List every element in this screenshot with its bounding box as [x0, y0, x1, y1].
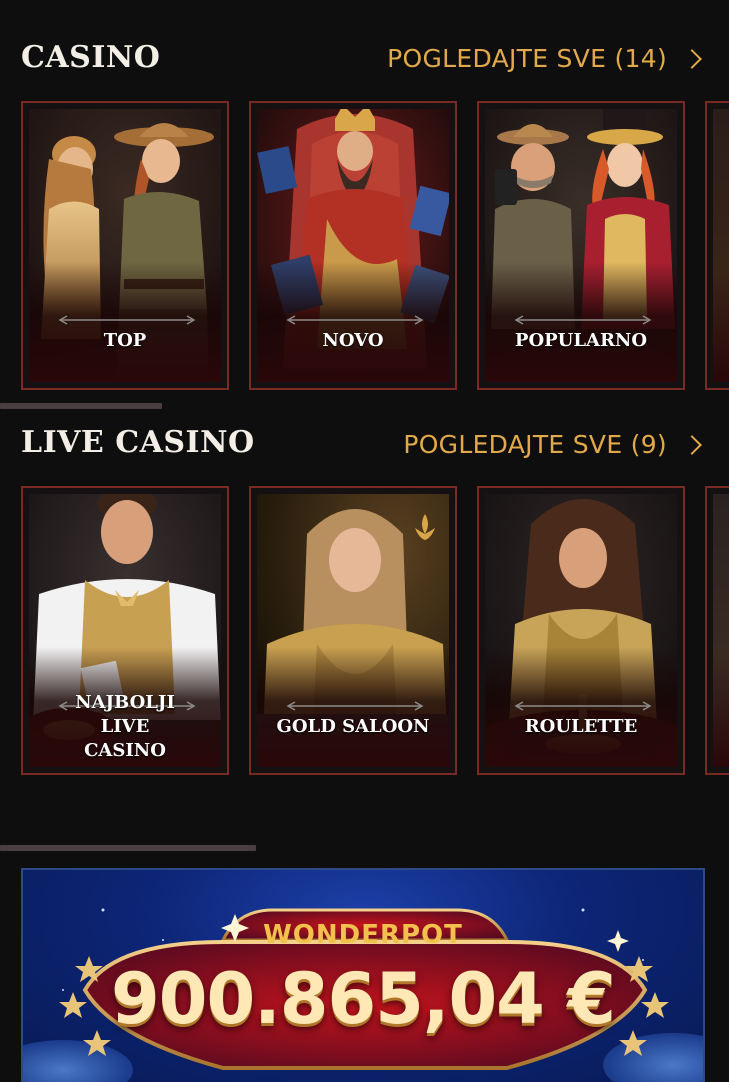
- casino-card-partial[interactable]: [705, 101, 729, 390]
- double-arrow-icon: [58, 315, 196, 325]
- live-card-roulette[interactable]: ROULETTE: [477, 486, 685, 775]
- double-arrow-icon: [286, 315, 424, 325]
- chevron-right-icon: [682, 48, 702, 69]
- card-label: NOVO: [322, 330, 384, 351]
- card-label: ROULETTE: [524, 716, 638, 737]
- live-card-najbolji[interactable]: NAJBOLJI LIVE CASINO: [21, 486, 229, 775]
- live-casino-section-title: LIVE CASINO: [21, 425, 255, 460]
- jackpot-title: WONDERPOT: [263, 920, 463, 950]
- card-label: GOLD SALOON: [276, 716, 430, 737]
- double-arrow-icon: [514, 315, 652, 325]
- casino-see-all-label: POGLEDAJTE SVE (14): [387, 44, 667, 73]
- double-arrow-icon: [514, 701, 652, 711]
- live-casino-see-all-label: POGLEDAJTE SVE (9): [403, 430, 667, 459]
- card-label: TOP: [103, 330, 147, 351]
- casino-see-all-link[interactable]: POGLEDAJTE SVE (14): [387, 44, 702, 73]
- chevron-right-icon: [682, 434, 702, 455]
- card-label: NAJBOLJI LIVE CASINO: [75, 692, 175, 761]
- casino-section-title: CASINO: [21, 40, 161, 75]
- live-casino-scroll-indicator[interactable]: [0, 845, 256, 851]
- live-card-gold-saloon[interactable]: GOLD SALOON: [249, 486, 457, 775]
- casino-card-top[interactable]: TOP: [21, 101, 229, 390]
- card-label: POPULARNO: [514, 330, 648, 351]
- casino-scroll-indicator[interactable]: [0, 403, 162, 409]
- jackpot-banner[interactable]: WONDERPOT 900.865,04 €: [21, 868, 705, 1082]
- live-casino-see-all-link[interactable]: POGLEDAJTE SVE (9): [403, 430, 702, 459]
- jackpot-amount: 900.865,04 €: [111, 958, 616, 1040]
- live-card-partial[interactable]: [705, 486, 729, 775]
- casino-card-popularno[interactable]: POPULARNO: [477, 101, 685, 390]
- double-arrow-icon: [286, 701, 424, 711]
- page: CASINO POGLEDAJTE SVE (14) TOP NOVO POPU…: [0, 0, 729, 1082]
- casino-card-novo[interactable]: NOVO: [249, 101, 457, 390]
